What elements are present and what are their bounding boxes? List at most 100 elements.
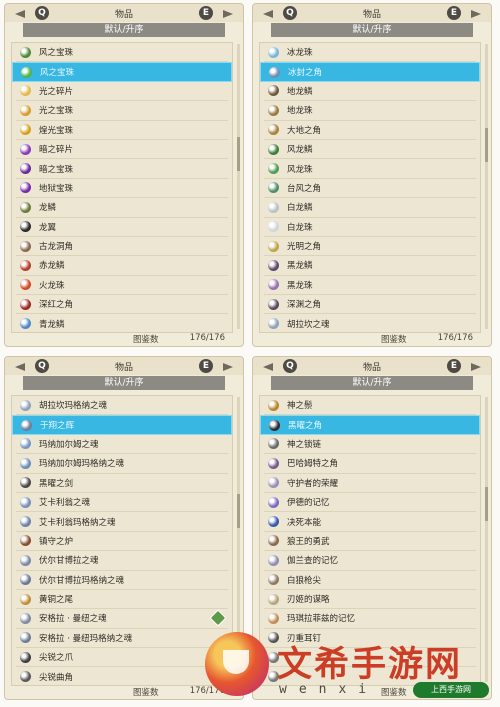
item-row[interactable]: 赤龙鳞	[16, 256, 228, 276]
next-triangle-icon[interactable]	[471, 363, 481, 371]
next-triangle-icon[interactable]	[223, 10, 233, 18]
item-label: 煌光宝珠	[39, 125, 74, 136]
item-row[interactable]: 于翔之辉	[12, 415, 232, 435]
logo-icon	[205, 632, 269, 696]
item-row[interactable]: 神之锁链	[264, 435, 476, 455]
item-row[interactable]: 尖锐之爪	[16, 648, 228, 668]
item-icon	[268, 279, 279, 291]
item-row[interactable]: 白狼枪尖	[264, 571, 476, 590]
item-row[interactable]: 冰龙珠	[264, 43, 476, 63]
scrollbar-thumb[interactable]	[237, 494, 240, 528]
item-icon	[268, 259, 279, 271]
item-label: 光明之角	[287, 242, 322, 253]
item-label: 龙鳞	[39, 203, 57, 214]
scrollbar-thumb[interactable]	[485, 487, 488, 521]
item-row[interactable]: 玛纳加尔姆玛格纳之魂	[16, 454, 228, 474]
item-row[interactable]: 大地之角	[264, 121, 476, 140]
e-key-icon[interactable]: E	[199, 6, 213, 20]
next-triangle-icon[interactable]	[471, 10, 481, 18]
item-row[interactable]: 光明之角	[264, 237, 476, 257]
item-label: 刃姬的谋略	[287, 595, 330, 606]
item-row[interactable]: 古龙洞角	[16, 237, 228, 257]
item-label: 伊德的记忆	[287, 498, 330, 509]
item-row[interactable]: 守护者的荣耀	[264, 474, 476, 493]
item-row[interactable]: 台风之角	[264, 179, 476, 199]
item-row[interactable]: 白龙鳞	[264, 198, 476, 218]
item-label: 玛纳加尔姆玛格纳之魂	[39, 459, 125, 470]
item-row[interactable]: 刃姬的谋略	[264, 590, 476, 610]
item-row[interactable]: 黑龙鳞	[264, 256, 476, 276]
sort-order-button[interactable]: 默认/升序	[23, 376, 225, 390]
item-row[interactable]: 龙鳞	[16, 198, 228, 218]
item-row[interactable]: 煌光宝珠	[16, 121, 228, 140]
item-row[interactable]: 火龙珠	[16, 276, 228, 296]
item-row[interactable]: 狼王的勇武	[264, 532, 476, 552]
item-label: 地龙鳞	[287, 86, 313, 97]
scrollbar[interactable]	[237, 44, 240, 329]
item-label: 暗之碎片	[39, 145, 74, 156]
next-triangle-icon[interactable]	[223, 363, 233, 371]
scrollbar-thumb[interactable]	[237, 137, 240, 171]
item-row[interactable]: 伊德的记忆	[264, 493, 476, 513]
item-row[interactable]: 地狱宝珠	[16, 179, 228, 199]
item-label: 青龙鳞	[39, 319, 65, 330]
item-icon	[268, 221, 279, 233]
item-row[interactable]: 黑曜之角	[260, 415, 480, 435]
item-row[interactable]: 深渊之角	[264, 295, 476, 315]
item-row[interactable]: 光之碎片	[16, 82, 228, 102]
item-panel: Q 物品 E 默认/升序 风之宝珠 风之宝珠 光之碎片 光之宝珠 煌光宝珠 暗之碎片 暗之宝珠 地狱宝…	[4, 3, 244, 347]
item-row[interactable]: 地龙鳞	[264, 82, 476, 102]
e-key-icon[interactable]: E	[199, 359, 213, 373]
item-label: 神之鬃	[287, 401, 313, 412]
item-label: 艾卡利翁之魂	[39, 498, 91, 509]
item-row[interactable]: 胡拉坎玛格纳之魂	[16, 396, 228, 416]
item-row[interactable]: 暗之碎片	[16, 140, 228, 160]
item-row[interactable]: 龙翼	[16, 218, 228, 237]
item-row[interactable]: 风龙鳞	[264, 140, 476, 160]
item-label: 深红之角	[39, 300, 74, 311]
item-row[interactable]: 安格拉 · 曼纽之魂	[16, 609, 228, 629]
sort-order-button[interactable]: 默认/升序	[271, 23, 473, 37]
item-row[interactable]: 艾卡利翁之魂	[16, 493, 228, 513]
item-icon	[268, 574, 279, 586]
item-row[interactable]: 安格拉 · 曼纽玛格纳之魂	[16, 629, 228, 649]
item-row[interactable]: 冰封之角	[260, 62, 480, 82]
item-icon	[21, 66, 32, 78]
item-row[interactable]: 巴哈姆特之角	[264, 454, 476, 474]
scrollbar-thumb[interactable]	[485, 128, 488, 162]
item-row[interactable]: 暗之宝珠	[16, 159, 228, 179]
item-row[interactable]: 风之宝珠	[16, 43, 228, 63]
scrollbar[interactable]	[485, 44, 488, 329]
item-label: 伏尔甘博拉之魂	[39, 556, 99, 567]
new-badge-icon	[209, 609, 227, 627]
item-row[interactable]: 伏尔甘博拉玛格纳之魂	[16, 571, 228, 590]
item-row[interactable]: 风之宝珠	[12, 62, 232, 82]
item-label: 尖锐之爪	[39, 653, 74, 664]
item-row[interactable]: 风龙珠	[264, 159, 476, 179]
item-row[interactable]: 玛琪拉菲兹的记忆	[264, 609, 476, 629]
item-label: 胡拉坎玛格纳之魂	[39, 401, 108, 412]
item-row[interactable]: 深红之角	[16, 295, 228, 315]
item-row[interactable]: 光之宝珠	[16, 101, 228, 121]
item-row[interactable]: 神之鬃	[264, 396, 476, 416]
item-label: 白龙珠	[287, 222, 313, 233]
item-row[interactable]: 黑曜之剑	[16, 474, 228, 493]
item-row[interactable]: 玛纳加尔姆之魂	[16, 435, 228, 455]
item-row[interactable]: 镇守之炉	[16, 532, 228, 552]
item-row[interactable]: 艾卡利翁玛格纳之魂	[16, 512, 228, 532]
item-row[interactable]: 地龙珠	[264, 101, 476, 121]
sort-order-button[interactable]: 默认/升序	[23, 23, 225, 37]
item-row[interactable]: 决死本能	[264, 512, 476, 532]
watermark-badge: 上西手游网	[413, 682, 489, 698]
item-row[interactable]: 伏尔甘博拉之魂	[16, 551, 228, 571]
item-label: 暗之宝珠	[39, 164, 74, 175]
item-row[interactable]: 黄铜之尾	[16, 590, 228, 610]
sort-order-button[interactable]: 默认/升序	[271, 376, 473, 390]
item-label: 伽兰查的记忆	[287, 556, 339, 567]
e-key-icon[interactable]: E	[447, 359, 461, 373]
e-key-icon[interactable]: E	[447, 6, 461, 20]
item-row[interactable]: 伽兰查的记忆	[264, 551, 476, 571]
item-row[interactable]: 白龙珠	[264, 218, 476, 237]
item-row[interactable]: 黑龙珠	[264, 276, 476, 296]
item-label: 玛纳加尔姆之魂	[39, 439, 99, 450]
